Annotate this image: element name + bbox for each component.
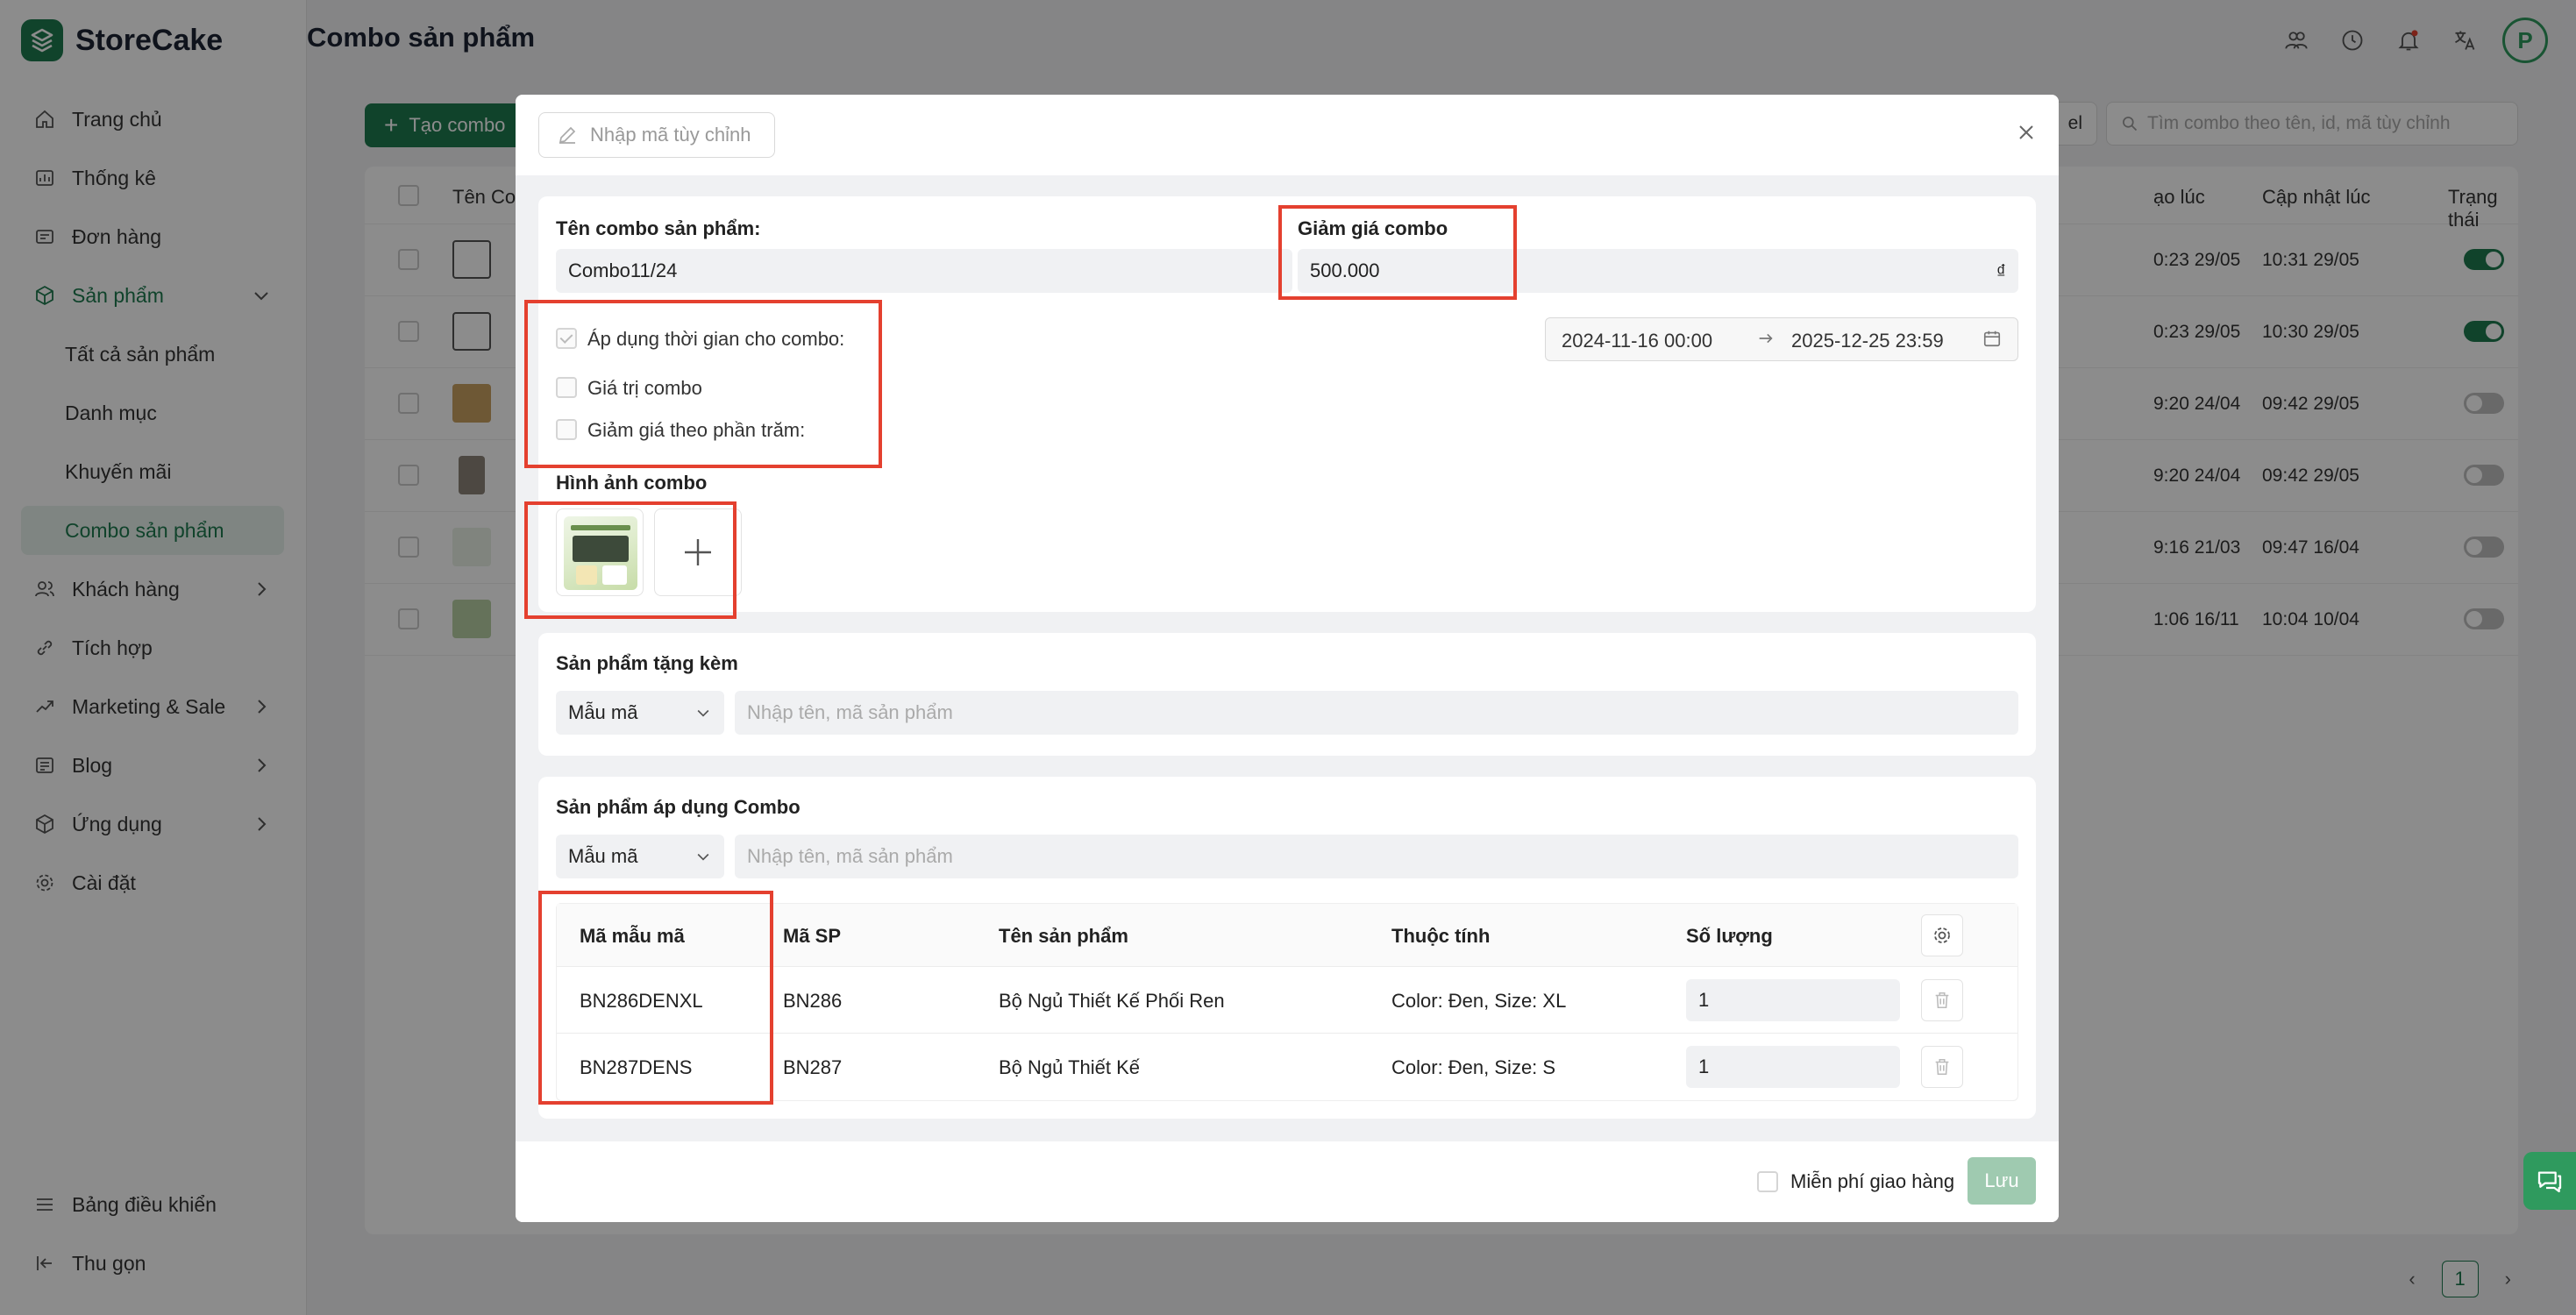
arrow-right-icon (1756, 329, 1775, 353)
chat-icon (2537, 1171, 2562, 1193)
cell-attributes: Color: Đen, Size: S (1391, 1056, 1556, 1078)
combo-name-input[interactable]: Combo11/24 (556, 249, 1292, 293)
cell-product-name: Bộ Ngủ Thiết Kế (999, 1056, 1141, 1078)
table-header-row: Mã mẫu mã Mã SP Tên sản phẩm Thuộc tính … (557, 904, 2017, 967)
apply-variant-select-value: Mẫu mã (568, 845, 638, 867)
cell-attributes: Color: Đen, Size: XL (1391, 990, 1567, 1012)
delete-row-button[interactable] (1921, 1046, 1963, 1088)
cell-sku: BN287 (783, 1056, 843, 1078)
gift-products-card: Sản phẩm tặng kèm Mẫu mã Nhập tên, mã sả… (538, 633, 2036, 756)
table-row: BN287DENS BN287 Bộ Ngủ Thiết Kế Color: Đ… (557, 1034, 2017, 1100)
cell-product-name: Bộ Ngủ Thiết Kế Phối Ren (999, 990, 1225, 1012)
quantity-input[interactable]: 1 (1686, 979, 1900, 1021)
combo-image-label: Hình ảnh combo (556, 472, 708, 494)
header-quantity: Số lượng (1686, 925, 1773, 947)
highlight-discount (1278, 205, 1517, 300)
delete-row-button[interactable] (1921, 979, 1963, 1021)
quantity-value: 1 (1698, 989, 1710, 1011)
chevron-down-icon (697, 709, 709, 717)
quantity-value: 1 (1698, 1056, 1710, 1077)
modal-footer: Miễn phí giao hàng Lưu (516, 1141, 2059, 1222)
date-start: 2024-11-16 00:00 (1562, 330, 1713, 352)
pencil-icon (559, 126, 576, 144)
custom-code-input[interactable]: Nhập mã tùy chỉnh (538, 112, 775, 158)
date-end: 2025-12-25 23:59 (1791, 330, 1944, 352)
apply-product-search-placeholder: Nhập tên, mã sản phẩm (747, 845, 953, 867)
free-shipping-label: Miễn phí giao hàng (1790, 1170, 1955, 1192)
currency-symbol: ₫ (1996, 260, 2006, 282)
column-settings-button[interactable] (1921, 914, 1963, 956)
header-product-name: Tên sản phẩm (999, 925, 1128, 947)
close-button[interactable] (2011, 117, 2041, 147)
quantity-input[interactable]: 1 (1686, 1046, 1900, 1088)
save-button[interactable]: Lưu (1968, 1157, 2036, 1205)
combo-name-value: Combo11/24 (568, 259, 678, 281)
highlight-variant-code-column (538, 891, 773, 1105)
free-shipping-checkbox[interactable] (1757, 1171, 1778, 1192)
calendar-icon (1982, 329, 2002, 353)
gift-product-search-placeholder: Nhập tên, mã sản phẩm (747, 701, 953, 723)
date-range-picker[interactable]: 2024-11-16 00:00 2025-12-25 23:59 (1545, 317, 2018, 361)
header-sku: Mã SP (783, 925, 842, 947)
apply-section-title: Sản phẩm áp dụng Combo (556, 796, 801, 818)
chevron-down-icon (697, 853, 709, 861)
gift-variant-select-value: Mẫu mã (568, 701, 638, 723)
highlight-time-options (524, 300, 882, 468)
gift-section-title: Sản phẩm tặng kèm (556, 652, 738, 674)
trash-icon (1935, 1058, 1949, 1076)
table-row: BN286DENXL BN286 Bộ Ngủ Thiết Kế Phối Re… (557, 967, 2017, 1034)
custom-code-placeholder: Nhập mã tùy chỉnh (590, 124, 751, 146)
gift-product-search-input[interactable]: Nhập tên, mã sản phẩm (735, 691, 2018, 735)
modal-header: Nhập mã tùy chỉnh (516, 95, 2059, 175)
combo-name-label: Tên combo sản phẩm: (556, 217, 761, 239)
trash-icon (1935, 992, 1949, 1009)
cell-sku: BN286 (783, 990, 843, 1012)
apply-variant-select[interactable]: Mẫu mã (556, 835, 724, 878)
apply-product-search-input[interactable]: Nhập tên, mã sản phẩm (735, 835, 2018, 878)
gift-variant-select[interactable]: Mẫu mã (556, 691, 724, 735)
gear-icon (1934, 928, 1950, 943)
highlight-combo-image (524, 501, 737, 619)
applied-products-table: Mã mẫu mã Mã SP Tên sản phẩm Thuộc tính … (556, 903, 2018, 1101)
chat-button[interactable] (2523, 1152, 2576, 1210)
close-icon (2019, 125, 2033, 139)
header-attributes: Thuộc tính (1391, 925, 1491, 947)
